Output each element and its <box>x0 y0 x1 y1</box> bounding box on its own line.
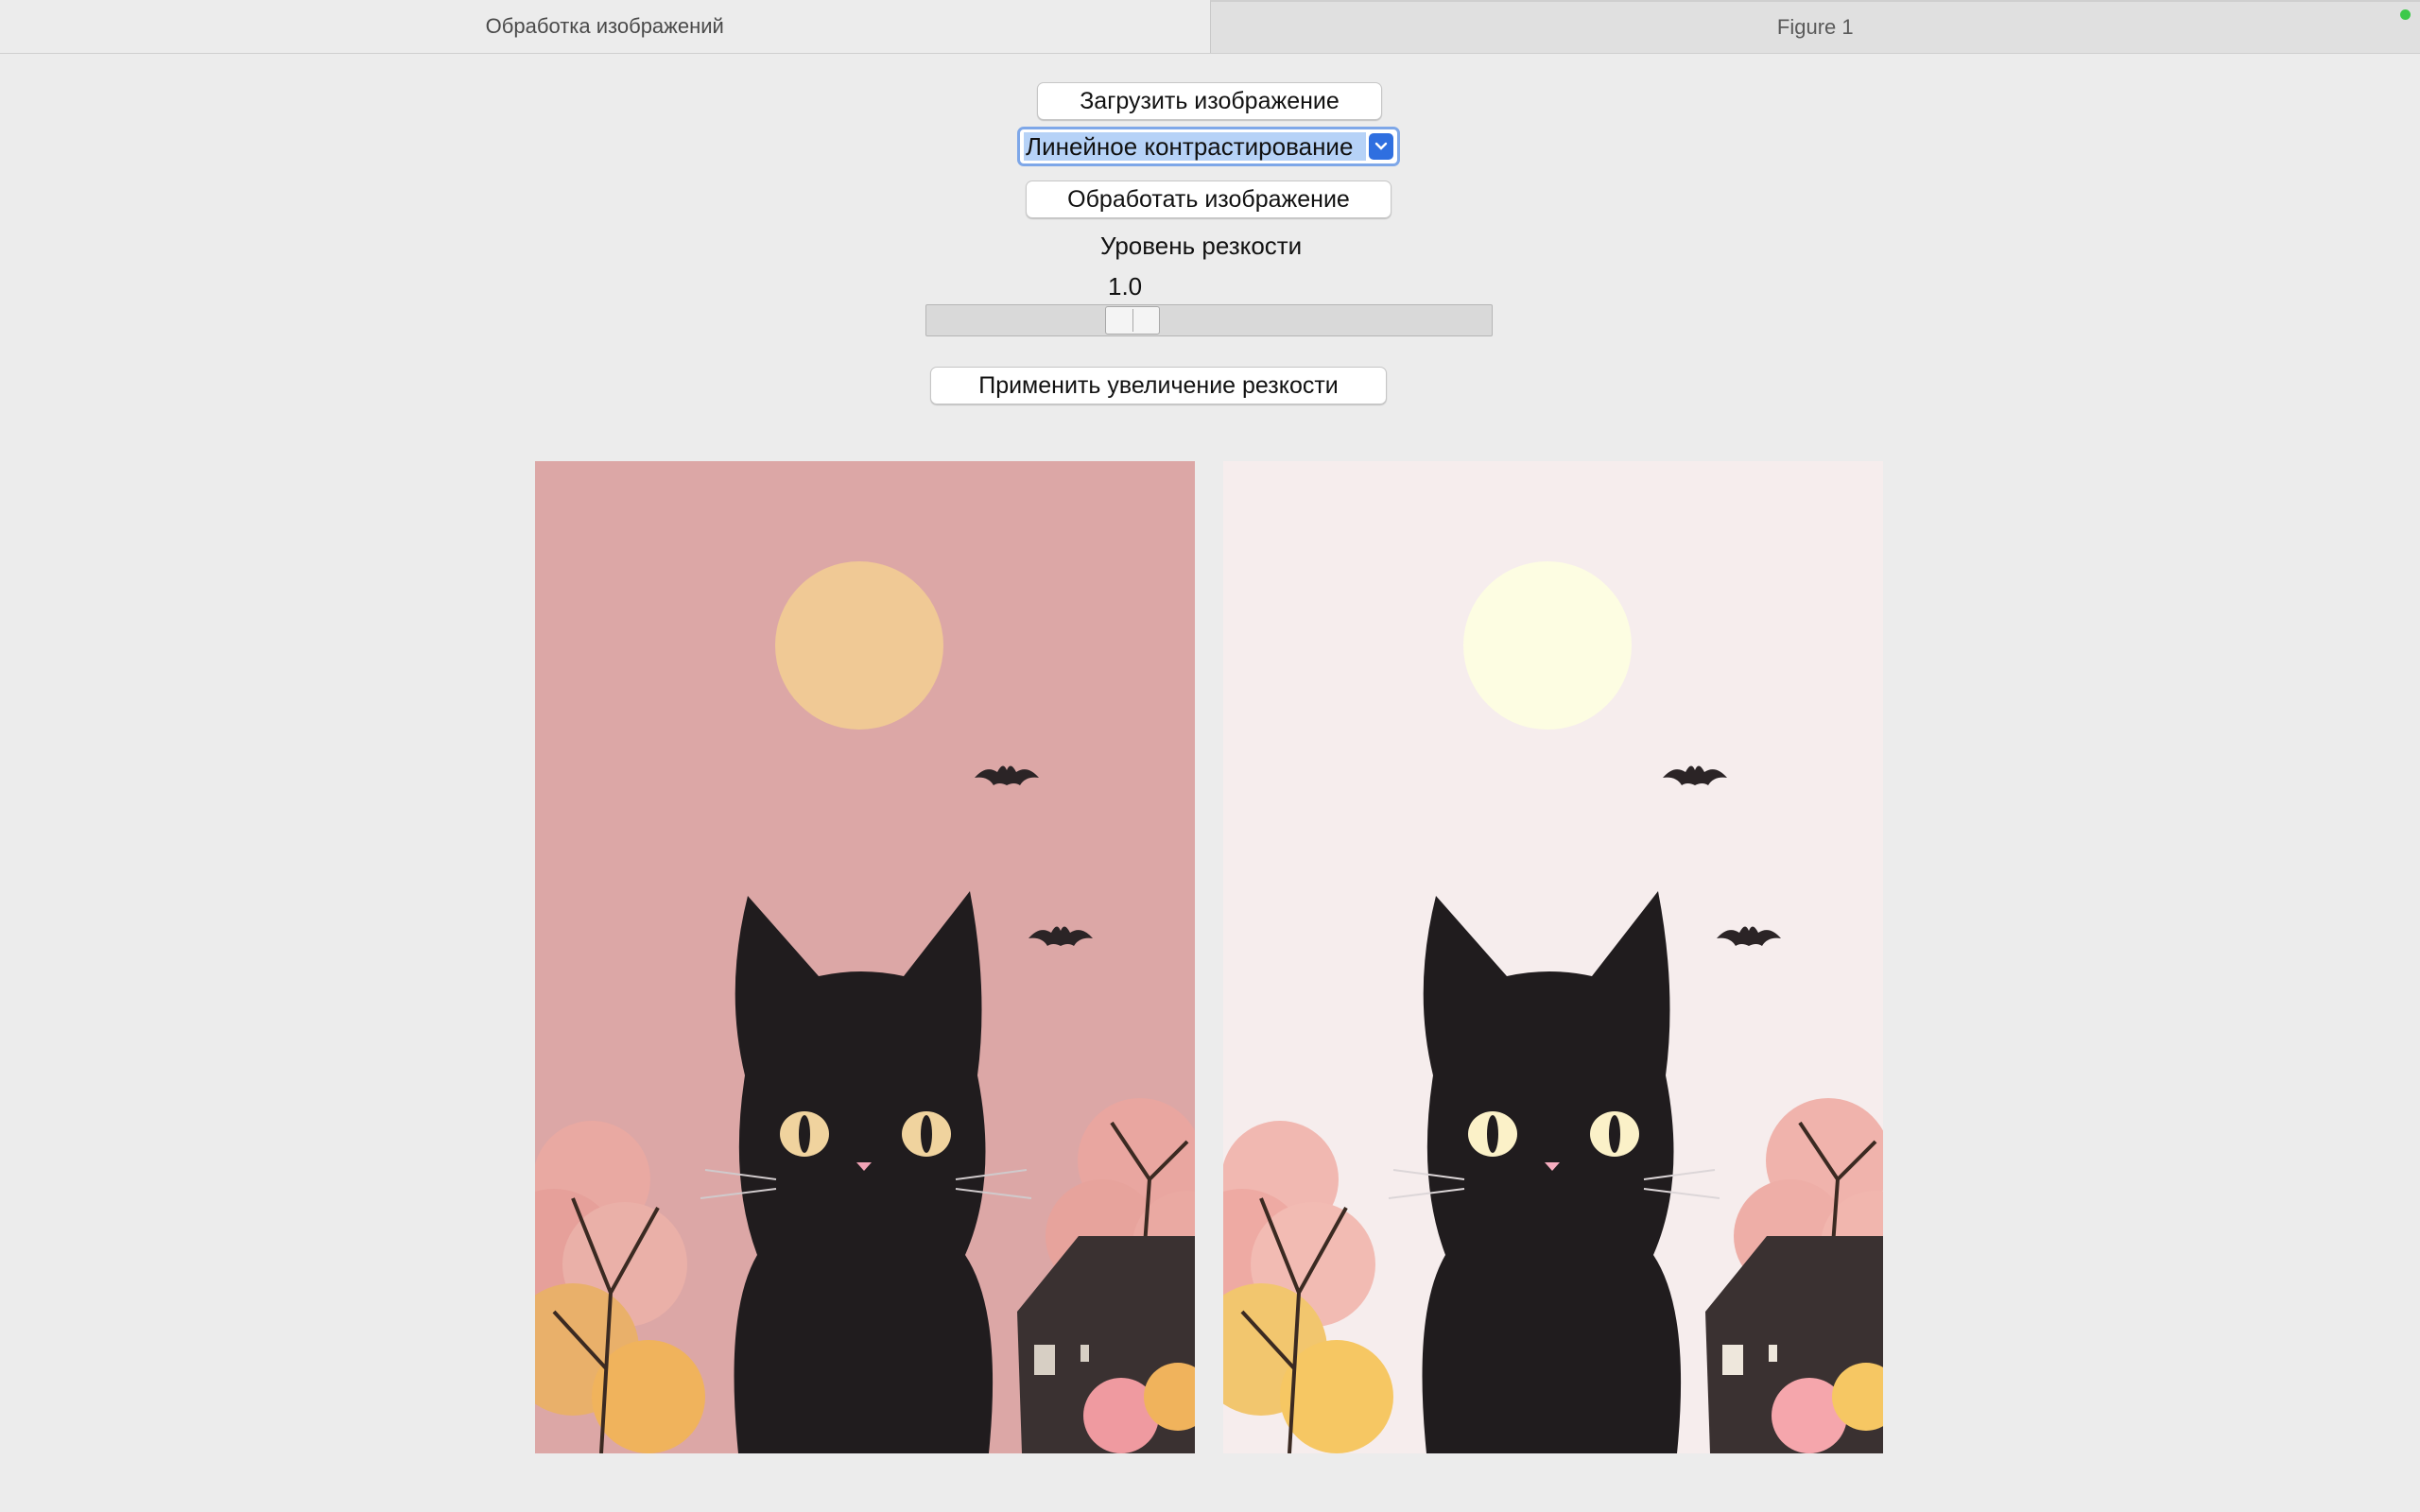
chevron-down-icon[interactable] <box>1369 133 1393 160</box>
processed-image-panel <box>1223 461 1883 1453</box>
sharpness-slider-thumb[interactable] <box>1104 306 1160 335</box>
method-select-value: Линейное контрастирование <box>1024 132 1366 161</box>
moon-shape <box>1463 561 1632 730</box>
method-select[interactable]: Линейное контрастирование <box>1017 127 1400 166</box>
tab-image-processing[interactable]: Обработка изображений <box>0 0 1210 53</box>
original-image-panel <box>535 461 1195 1453</box>
apply-sharpen-button[interactable]: Применить увеличение резкости <box>930 367 1387 404</box>
process-image-button[interactable]: Обработать изображение <box>1026 180 1392 218</box>
sharpness-slider-track[interactable] <box>925 304 1493 336</box>
tab-figure-1[interactable]: Figure 1 <box>1209 0 2420 53</box>
processed-image <box>1223 461 1883 1453</box>
load-image-button[interactable]: Загрузить изображение <box>1037 82 1382 120</box>
sharpness-label: Уровень резкости <box>1100 232 1303 260</box>
window-tabbar: Обработка изображений Figure 1 <box>0 0 2420 54</box>
sharpness-value: 1.0 <box>1108 272 1143 301</box>
original-image <box>535 461 1195 1453</box>
status-indicator-dot <box>2400 9 2411 20</box>
moon-shape <box>775 561 943 730</box>
